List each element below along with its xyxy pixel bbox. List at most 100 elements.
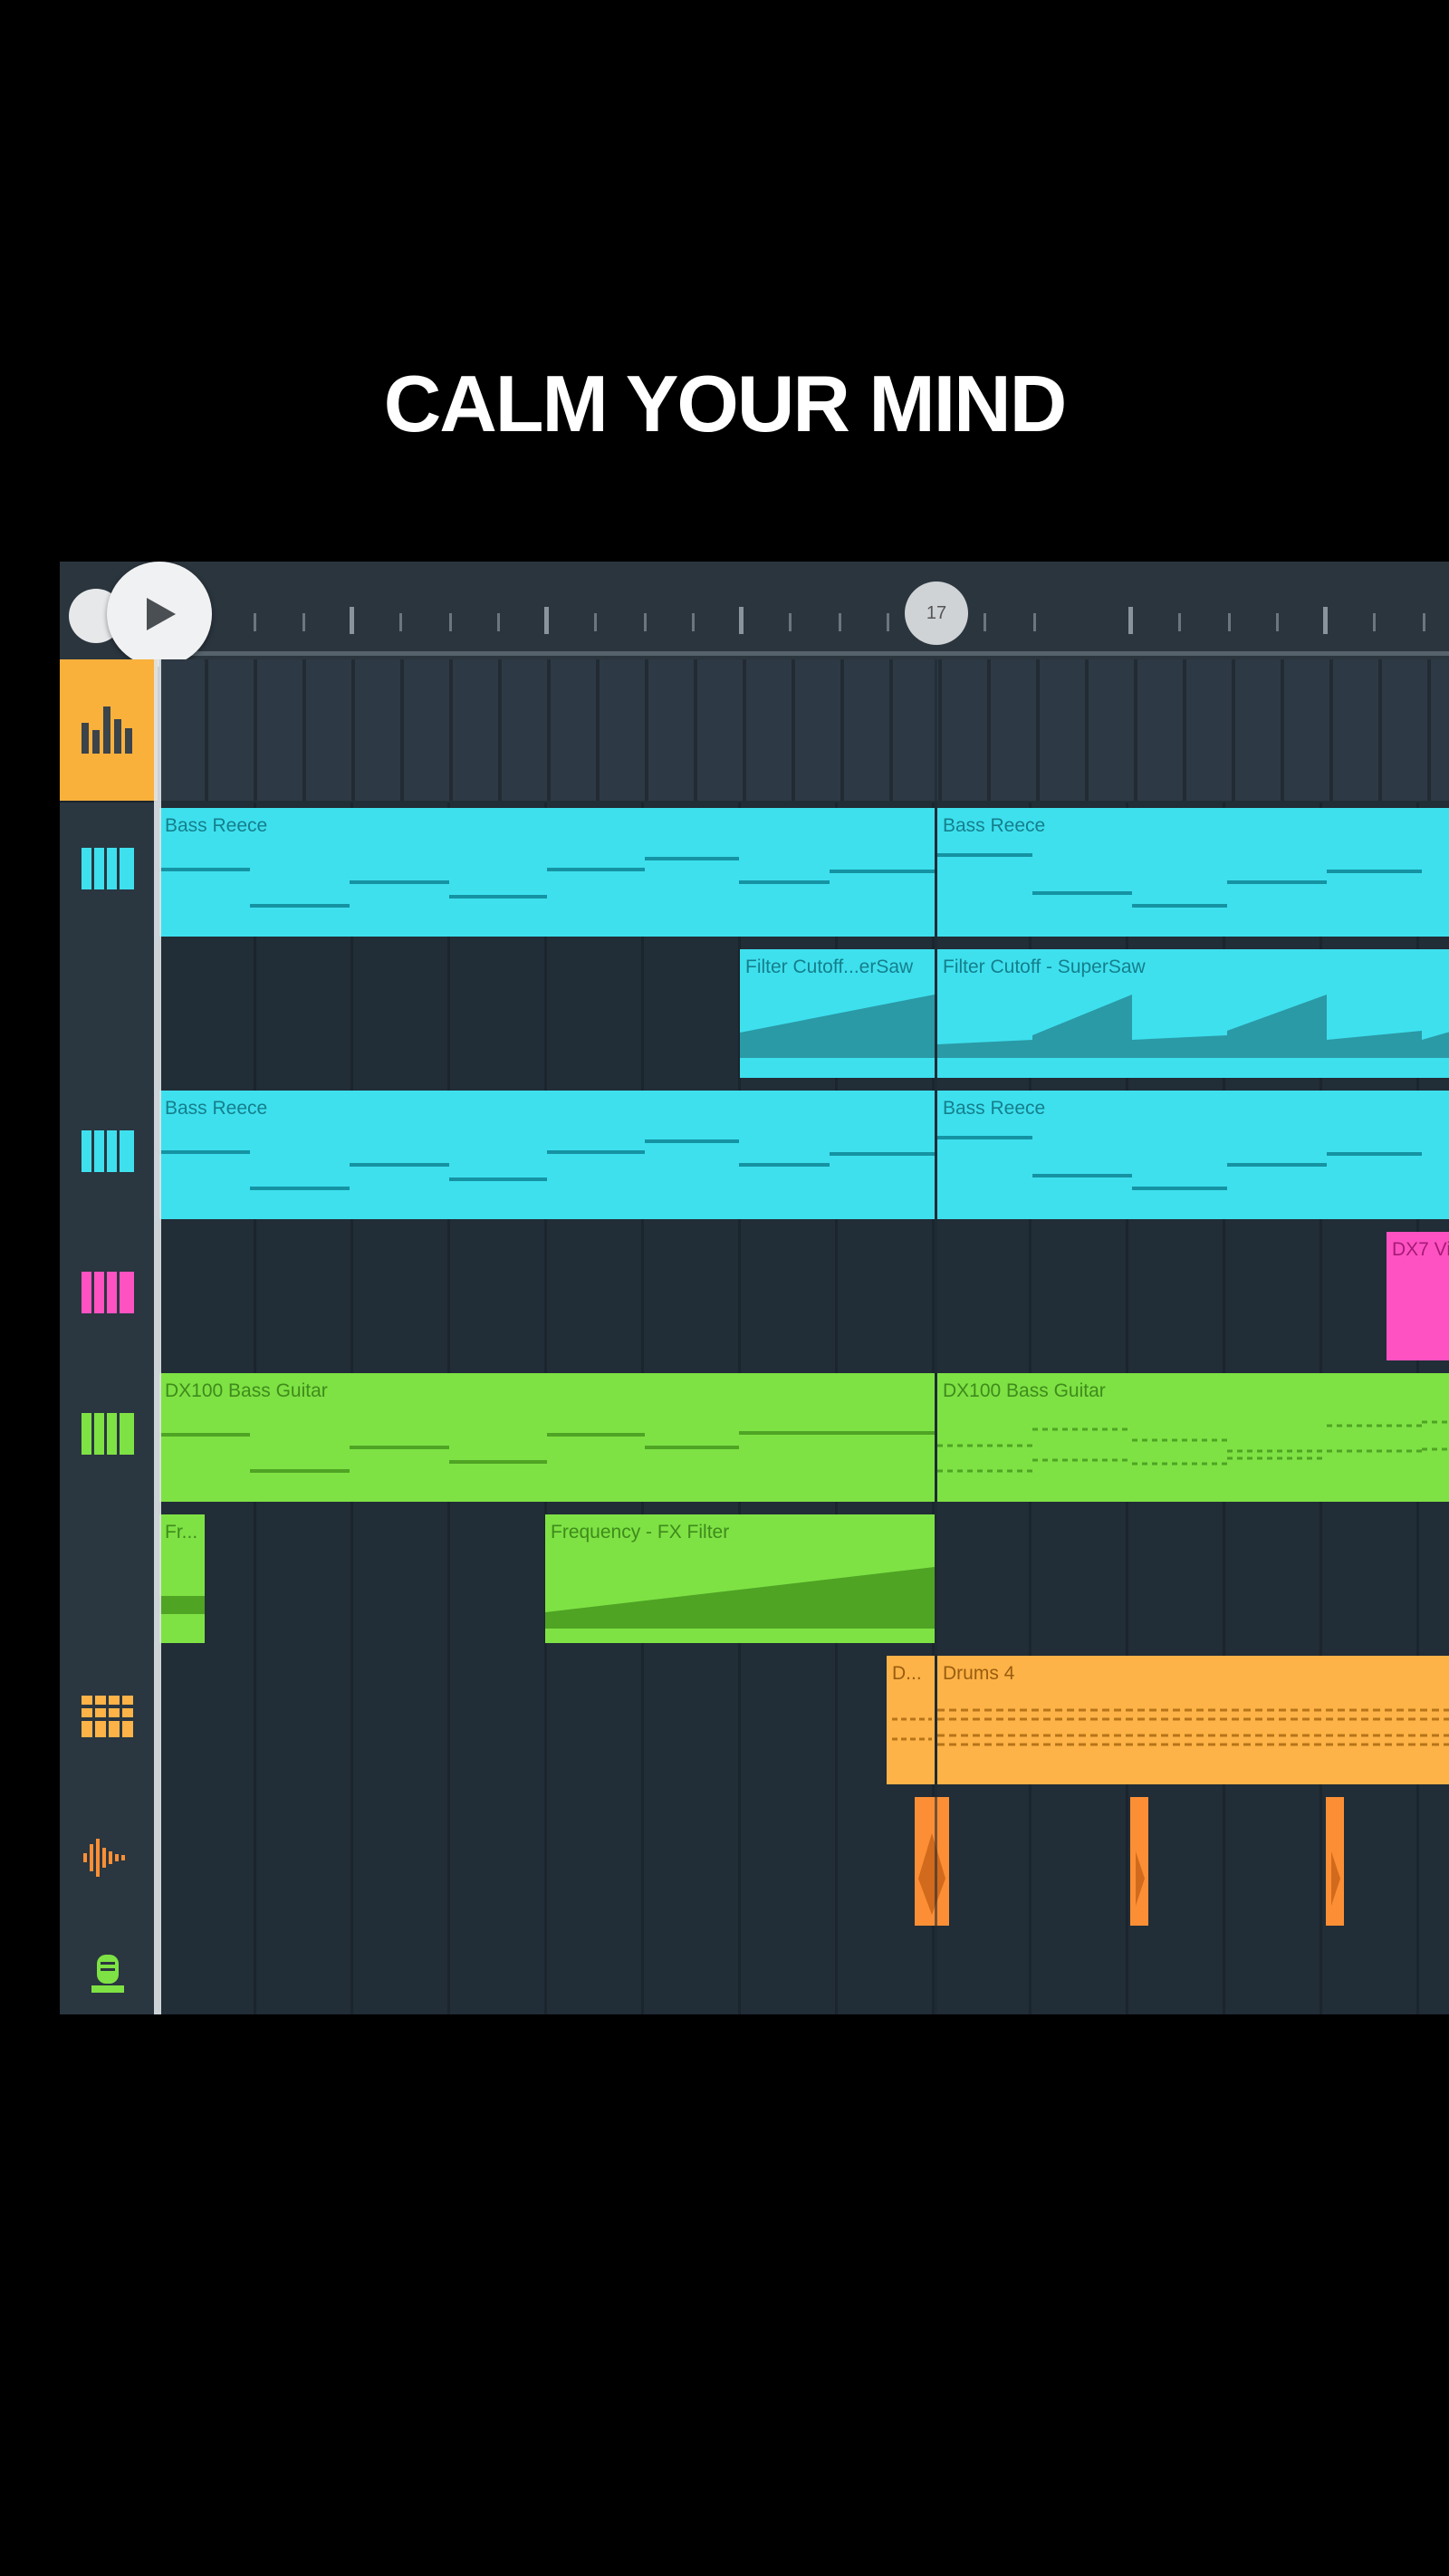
track-header[interactable] <box>60 1509 158 1653</box>
track-lane[interactable]: DX7 Vibes <box>159 1226 1449 1368</box>
ruler-tick <box>692 613 695 631</box>
audio-clip[interactable] <box>915 1797 949 1926</box>
ruler-tick <box>1423 613 1425 631</box>
ruler-tick <box>1228 613 1231 631</box>
clip-notes <box>937 1136 1422 1190</box>
ruler-tick <box>984 613 986 631</box>
pattern-clip[interactable]: D... <box>887 1656 935 1784</box>
ruler-tick <box>399 613 402 631</box>
track-row <box>60 659 1449 803</box>
ruler-tick <box>644 613 647 631</box>
track-row: Bass Reece Bass Reece <box>60 1085 1449 1229</box>
track-lane[interactable] <box>159 1792 1449 1933</box>
track-header[interactable] <box>60 944 158 1088</box>
piano-roll-icon <box>82 1130 134 1172</box>
ruler-baseline <box>159 651 1449 656</box>
pattern-clip[interactable]: DX100 Bass Guitar <box>937 1373 1449 1502</box>
clip-notes <box>159 1431 935 1473</box>
track-lane[interactable] <box>159 1933 1449 2014</box>
ruler-tick-major <box>1128 607 1133 634</box>
track-lane[interactable] <box>159 659 1449 801</box>
clip-notes <box>159 857 935 908</box>
ruler-tick <box>887 613 889 631</box>
automation-clip[interactable]: Filter Cutoff - SuperSaw <box>937 949 1449 1078</box>
ruler-tick <box>497 613 500 631</box>
ruler-tick-major <box>739 607 744 634</box>
piano-roll-icon <box>82 848 134 889</box>
ruler-tick <box>1178 613 1181 631</box>
track-header[interactable] <box>60 1933 158 2014</box>
track-header[interactable] <box>60 1226 158 1370</box>
clip-waveform <box>1136 1851 1145 1906</box>
clip-notes <box>937 1708 1449 1746</box>
ruler-tick <box>302 613 305 631</box>
audio-clip[interactable] <box>1326 1797 1344 1926</box>
ruler-tick <box>254 613 256 631</box>
piano-roll-icon <box>82 1413 134 1455</box>
automation-curve <box>937 995 1449 1058</box>
track-header[interactable] <box>60 1085 158 1229</box>
track-lane[interactable]: Bass Reece Bass Reece <box>159 803 1449 944</box>
ruler-tick-major <box>544 607 549 634</box>
automation-clip[interactable]: Fr... <box>159 1514 205 1643</box>
play-button[interactable] <box>107 562 212 667</box>
audio-waveform-icon <box>83 1839 125 1877</box>
ruler-tick <box>1373 613 1376 631</box>
automation-curve <box>159 1596 205 1614</box>
pattern-clip[interactable]: Bass Reece <box>159 808 935 937</box>
automation-curve <box>545 1567 935 1629</box>
automation-clip[interactable]: Frequency - FX Filter <box>545 1514 935 1643</box>
automation-clip[interactable]: Filter Cutoff...erSaw <box>740 949 935 1078</box>
track-header[interactable] <box>60 659 158 803</box>
clip-notes <box>892 1717 932 1741</box>
drum-pads-icon <box>82 1696 133 1737</box>
pattern-clip[interactable]: Drums 4 <box>937 1656 1449 1784</box>
clip-waveform <box>1331 1851 1340 1906</box>
track-row: D... Drums 4 <box>60 1650 1449 1794</box>
ruler-tick <box>1276 613 1279 631</box>
track-row: Fr... Frequency - FX Filter <box>60 1509 1449 1653</box>
timeline-ruler[interactable]: 17 <box>60 562 1449 667</box>
track-row: DX7 Vibes <box>60 1226 1449 1370</box>
track-lane[interactable]: Filter Cutoff...erSaw Filter Cutoff - Su… <box>159 944 1449 1085</box>
ruler-tick <box>594 613 597 631</box>
track-row <box>60 1792 1449 1936</box>
track-lane[interactable]: DX100 Bass Guitar DX100 Bass Guitar <box>159 1368 1449 1509</box>
audio-clip[interactable] <box>1130 1797 1148 1926</box>
track-header[interactable] <box>60 1792 158 1936</box>
ruler-tick <box>1033 613 1036 631</box>
track-row <box>60 1933 1449 2014</box>
playlist-view: 17 Bass Reece Bass Reece Filter Cutoff..… <box>60 562 1449 2014</box>
ruler-tick <box>449 613 452 631</box>
clip-notes <box>937 853 1422 908</box>
track-lane[interactable]: Bass Reece Bass Reece <box>159 1085 1449 1226</box>
microphone-icon <box>91 1955 124 1993</box>
clip-waveform <box>918 1833 945 1915</box>
ruler-tick-major <box>1323 607 1328 634</box>
track-row: DX100 Bass Guitar DX100 Bass Guitar <box>60 1368 1449 1512</box>
track-row: Bass Reece Bass Reece <box>60 803 1449 947</box>
timeline-marker[interactable]: 17 <box>905 582 968 645</box>
ruler-tick <box>789 613 792 631</box>
video-caption: CALM YOUR MIND <box>383 359 1068 448</box>
pattern-clip[interactable]: Bass Reece <box>937 1091 1449 1219</box>
track-row: Filter Cutoff...erSaw Filter Cutoff - Su… <box>60 944 1449 1088</box>
track-header[interactable] <box>60 1650 158 1794</box>
track-header[interactable] <box>60 803 158 947</box>
pattern-clip[interactable]: Bass Reece <box>937 808 1449 937</box>
pattern-clip[interactable]: Bass Reece <box>159 1091 935 1219</box>
track-lane[interactable]: Fr... Frequency - FX Filter <box>159 1509 1449 1650</box>
clip-notes <box>159 1139 935 1190</box>
ruler-tick-major <box>350 607 354 634</box>
ruler-tick <box>839 613 841 631</box>
automation-curve <box>740 995 935 1058</box>
play-icon <box>147 598 176 630</box>
mixer-bars-icon <box>82 706 132 754</box>
track-header[interactable] <box>60 1368 158 1512</box>
pattern-clip[interactable]: DX100 Bass Guitar <box>159 1373 935 1502</box>
pattern-clip[interactable]: DX7 Vibes <box>1387 1232 1449 1360</box>
track-lane[interactable]: D... Drums 4 <box>159 1650 1449 1792</box>
playhead[interactable] <box>154 659 161 2014</box>
clip-label: DX7 Vibes <box>1392 1239 1449 1260</box>
pattern-boundary <box>935 659 937 2014</box>
